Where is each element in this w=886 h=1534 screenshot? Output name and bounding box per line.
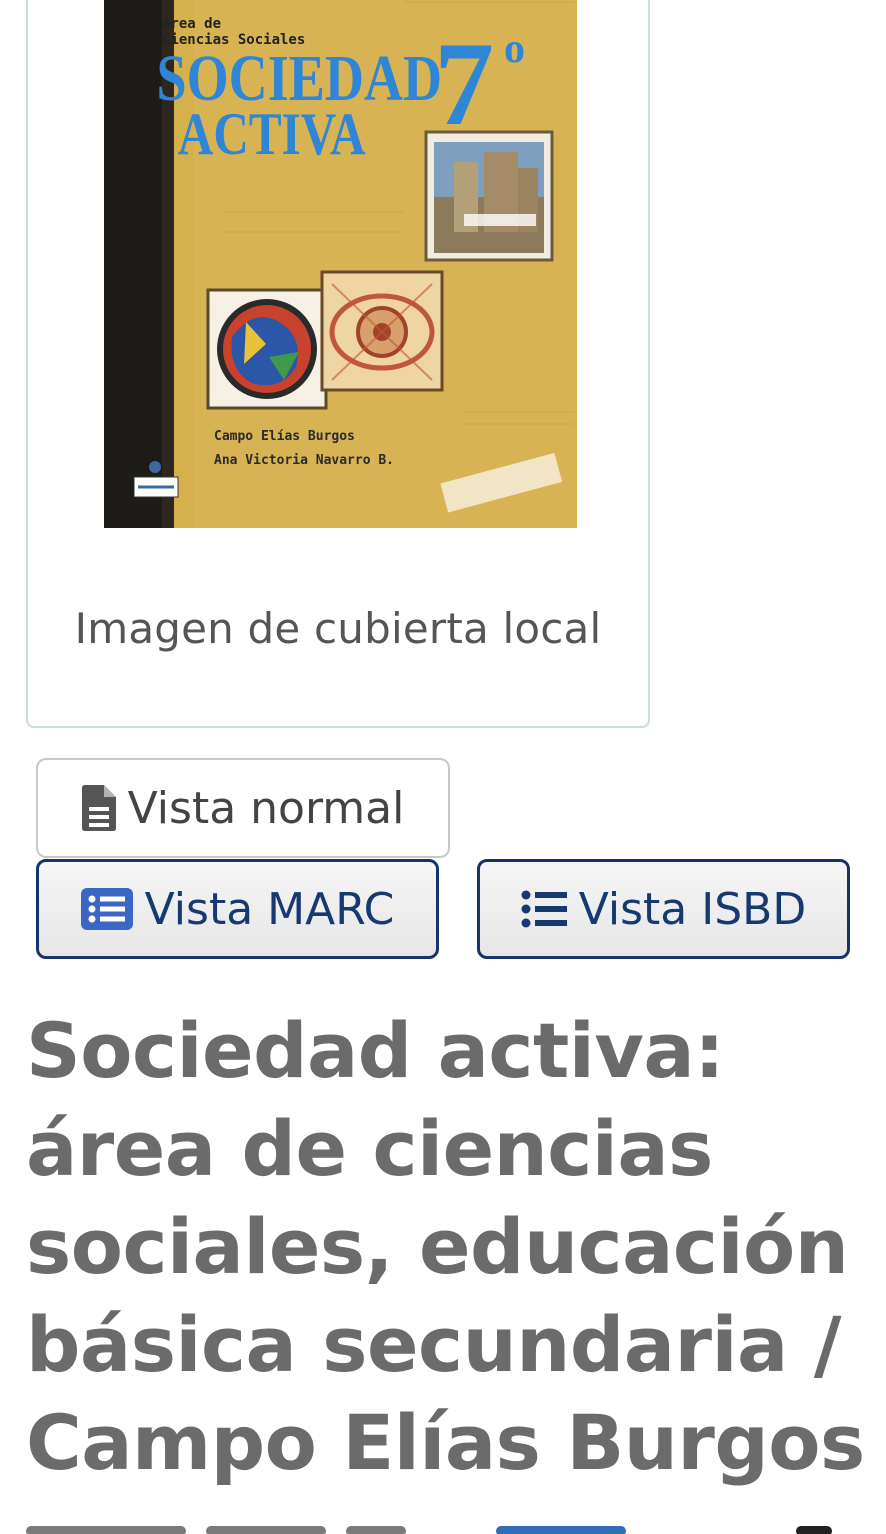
marc-view-button[interactable]: Vista MARC (36, 859, 439, 959)
normal-view-label: Vista normal (127, 782, 405, 834)
cover-title-line2: ACTIVA (178, 100, 366, 167)
cover-author2: Ana Victoria Navarro B. (214, 453, 394, 468)
list-alt-icon (80, 888, 133, 930)
document-icon (81, 785, 116, 831)
normal-view-button[interactable]: Vista normal (36, 758, 450, 858)
isbd-view-label: Vista ISBD (578, 883, 807, 935)
cover-author1: Campo Elías Burgos (214, 429, 355, 444)
isbd-view-button[interactable]: Vista ISBD (477, 859, 850, 959)
cover-caption: Imagen de cubierta local (74, 604, 602, 653)
record-title: Sociedad activa: área de ciencias social… (26, 1006, 865, 1487)
cover-image[interactable]: Area de Ciencias Sociales SOCIEDAD ACTIV… (104, 0, 577, 528)
cover-grade-sup: o (504, 26, 525, 72)
cover-area-text: Area de (162, 16, 221, 32)
cover-card: Area de Ciencias Sociales SOCIEDAD ACTIV… (26, 0, 650, 728)
cover-grade: 7 (434, 17, 494, 150)
list-icon (521, 890, 567, 928)
marc-view-label: Vista MARC (144, 883, 395, 935)
cover-illustration: Area de Ciencias Sociales SOCIEDAD ACTIV… (104, 0, 577, 528)
cut-off-line (26, 1522, 886, 1534)
